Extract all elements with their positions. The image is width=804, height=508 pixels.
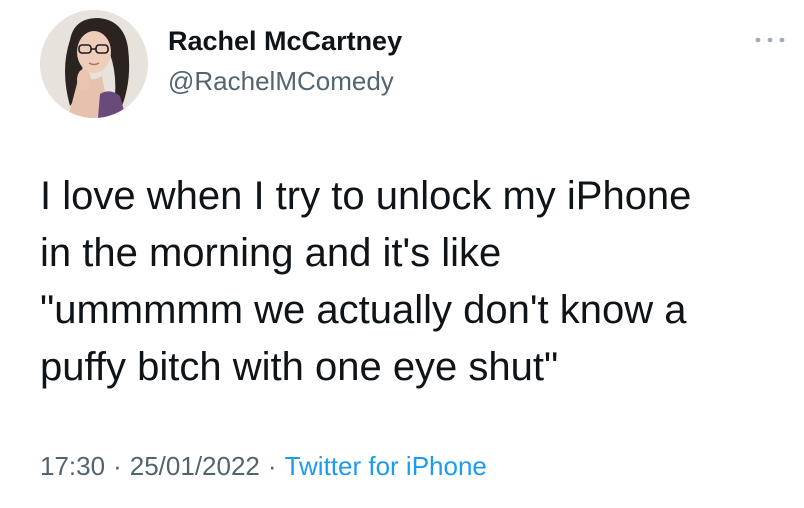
tweet-date[interactable]: 25/01/2022 [130, 451, 260, 481]
tweet-card: Rachel McCartney @RachelMComedy I love w… [0, 0, 804, 508]
author-info: Rachel McCartney @RachelMComedy [168, 24, 402, 98]
profile-photo-icon [40, 10, 148, 118]
tweet-text-line: "ummmmm we actually don't know a [40, 288, 687, 332]
tweet-time[interactable]: 17:30 [40, 451, 105, 481]
display-name[interactable]: Rachel McCartney [168, 24, 402, 58]
tweet-metadata: 17:30 · 25/01/2022 · Twitter for iPhone [40, 448, 487, 484]
tweet-text: I love when I try to unlock my iPhone in… [40, 168, 780, 396]
source-link[interactable]: Twitter for iPhone [285, 451, 487, 481]
avatar[interactable] [40, 10, 148, 118]
separator-dot: · [113, 451, 122, 481]
username-handle[interactable]: @RachelMComedy [168, 64, 402, 98]
tweet-text-line: I love when I try to unlock my iPhone [40, 174, 692, 218]
tweet-text-line: puffy bitch with one eye shut" [40, 345, 559, 389]
more-options-button[interactable] [752, 28, 788, 52]
separator-dot: · [267, 451, 277, 481]
more-dots-icon [755, 37, 785, 43]
tweet-text-line: in the morning and it's like [40, 231, 502, 275]
